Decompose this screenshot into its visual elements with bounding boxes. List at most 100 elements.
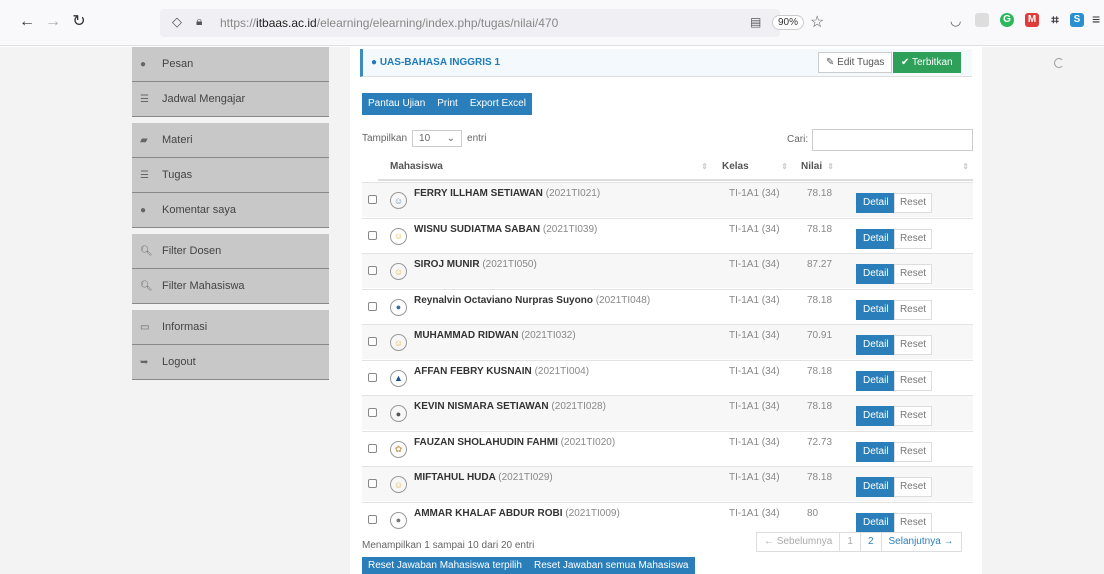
student-name: MIFTAHUL HUDA (2021TI029) [414, 472, 553, 483]
student-class: TI-1A1 (34) [729, 401, 780, 412]
student-name: SIROJ MUNIR (2021TI050) [414, 259, 537, 270]
table-row: ☺ MIFTAHUL HUDA (2021TI029) TI-1A1 (34) 78.… [362, 466, 973, 501]
student-grade: 78.18 [807, 294, 833, 306]
search-icon: 🔍︎ [140, 280, 153, 292]
print-button[interactable]: Print [431, 93, 464, 115]
detail-button[interactable]: Detail [856, 299, 896, 320]
reader-view-icon[interactable]: ▤ [750, 15, 761, 29]
task-title: ● UAS-BAHASA INGGRIS 1 [371, 57, 501, 68]
avatar: ☺ [390, 263, 407, 280]
row-checkbox[interactable] [368, 266, 377, 275]
shield-icon[interactable]: ◇ [172, 14, 182, 30]
reload-icon[interactable]: ↻ [70, 12, 88, 32]
detail-button[interactable]: Detail [856, 441, 896, 462]
detail-button[interactable]: Detail [856, 335, 896, 355]
edit-task-button[interactable]: ✎ Edit Tugas [818, 52, 893, 73]
student-grade: 78.18 [807, 472, 833, 483]
extension-blue-icon[interactable]: S [1070, 13, 1084, 27]
zoom-level[interactable]: 90% [772, 15, 805, 30]
reset-button[interactable]: Reset [894, 335, 932, 355]
column-header-grade[interactable]: Nilai ⇕ [792, 155, 838, 181]
student-grade: 72.73 [807, 436, 833, 448]
address-bar[interactable]: ◇ 🔒︎ https://itbaas.ac.id/elearning/elea… [160, 9, 824, 37]
detail-button[interactable]: Detail [856, 370, 896, 391]
sidebar-item-pesan[interactable]: ● Pesan [132, 47, 329, 82]
reset-button[interactable]: Reset [894, 370, 932, 391]
detail-button[interactable]: Detail [856, 228, 896, 249]
sidebar-item-logout[interactable]: ➥ Logout [132, 345, 329, 380]
page-length-control: Tampilkan 10 ⌄ entri [362, 130, 486, 147]
detail-button[interactable]: Detail [856, 193, 896, 213]
reset-button[interactable]: Reset [894, 406, 932, 426]
search-input[interactable] [812, 129, 973, 151]
reset-button[interactable]: Reset [894, 512, 932, 533]
reset-button[interactable]: Reset [894, 477, 932, 497]
table-info: Menampilkan 1 sampai 10 dari 20 entri [362, 540, 535, 551]
detail-button[interactable]: Detail [856, 512, 896, 533]
sidebar-item-filter-mahasiswa[interactable]: 🔍︎ Filter Mahasiswa [132, 269, 329, 304]
reset-selected-button[interactable]: Reset Jawaban Mahasiswa terpilih [362, 557, 528, 574]
book-icon: ▰ [140, 134, 148, 146]
row-checkbox[interactable] [368, 514, 377, 524]
export-excel-button[interactable]: Export Excel [464, 93, 532, 115]
student-name: FERRY ILLHAM SETIAWAN (2021TI021) [414, 188, 601, 199]
row-checkbox[interactable] [368, 479, 377, 488]
reader-icon[interactable] [975, 13, 989, 27]
reset-button[interactable]: Reset [894, 441, 932, 462]
extension-red-icon[interactable]: M [1025, 13, 1039, 27]
publish-button[interactable]: ✔ Terbitkan [893, 52, 961, 73]
pocket-icon[interactable]: ◡ [950, 13, 961, 29]
column-header-actions[interactable]: ⇕ [838, 155, 973, 181]
sidebar-item-materi[interactable]: ▰ Materi [132, 123, 329, 158]
next-page-button[interactable]: Selanjutnya → [882, 533, 961, 551]
student-name: WISNU SUDIATMA SABAN (2021TI039) [414, 223, 598, 235]
forward-icon[interactable]: → [44, 12, 62, 32]
monitor-exam-button[interactable]: Pantau Ujian [362, 93, 431, 115]
detail-button[interactable]: Detail [856, 477, 896, 497]
page-2-button[interactable]: 2 [861, 533, 882, 551]
menu-icon[interactable]: ≡ [1092, 11, 1100, 27]
row-checkbox[interactable] [368, 443, 377, 453]
chevron-down-icon: ⌄ [446, 133, 456, 144]
column-header-class[interactable]: Kelas ⇕ [712, 155, 792, 181]
grammarly-icon[interactable]: G [1000, 13, 1014, 27]
main-content: ● UAS-BAHASA INGGRIS 1 ✎ Edit Tugas ✔ Te… [350, 47, 982, 574]
page-size-select[interactable]: 10 ⌄ [412, 130, 463, 147]
sidebar-item-komentar[interactable]: ● Komentar saya [132, 193, 329, 228]
sidebar-item-filter-dosen[interactable]: 🔍︎ Filter Dosen [132, 234, 329, 269]
row-checkbox[interactable] [368, 337, 377, 346]
row-checkbox[interactable] [368, 301, 377, 311]
bookmark-star-icon[interactable]: ☆ [810, 12, 824, 32]
prev-page-button[interactable]: ← Sebelumnya [757, 533, 841, 551]
detail-button[interactable]: Detail [856, 406, 896, 426]
reset-all-button[interactable]: Reset Jawaban semua Mahasiswa [528, 557, 695, 574]
column-header-student[interactable]: Mahasiswa ⇕ [378, 155, 712, 181]
student-name: Reynalvin Octaviano Nurpras Suyono (2021… [414, 294, 651, 306]
reset-button[interactable]: Reset [894, 299, 932, 320]
sidebar-item-tugas[interactable]: ☰ Tugas [132, 158, 329, 193]
student-grade: 80 [807, 507, 819, 519]
table-row: ☺ SIROJ MUNIR (2021TI050) TI-1A1 (34) 87.27… [362, 253, 973, 288]
lock-icon[interactable]: 🔒︎ [196, 14, 202, 29]
row-checkbox[interactable] [368, 408, 377, 417]
crop-icon[interactable]: ⌗ [1048, 13, 1062, 27]
table-row: ● KEVIN NISMARA SETIAWAN (2021TI028) TI-1A… [362, 395, 973, 430]
reset-button[interactable]: Reset [894, 264, 932, 284]
student-grade: 70.91 [807, 330, 833, 341]
detail-button[interactable]: Detail [856, 264, 896, 284]
page-1-button[interactable]: 1 [840, 533, 861, 551]
student-class: TI-1A1 (34) [729, 330, 780, 341]
reset-button[interactable]: Reset [894, 193, 932, 213]
avatar: ● [390, 511, 407, 529]
sidebar-item-jadwal[interactable]: ☰ Jadwal Mengajar [132, 82, 329, 117]
back-icon[interactable]: ← [18, 12, 36, 32]
row-checkbox[interactable] [368, 230, 377, 240]
sidebar-item-informasi[interactable]: ▭ Informasi [132, 310, 329, 345]
sort-icon: ⇕ [701, 162, 708, 171]
row-checkbox[interactable] [368, 195, 377, 204]
action-button-group: Pantau Ujian Print Export Excel [362, 93, 532, 115]
row-checkbox[interactable] [368, 372, 377, 382]
student-class: TI-1A1 (34) [729, 188, 780, 199]
student-class: TI-1A1 (34) [729, 223, 780, 235]
reset-button[interactable]: Reset [894, 228, 932, 249]
